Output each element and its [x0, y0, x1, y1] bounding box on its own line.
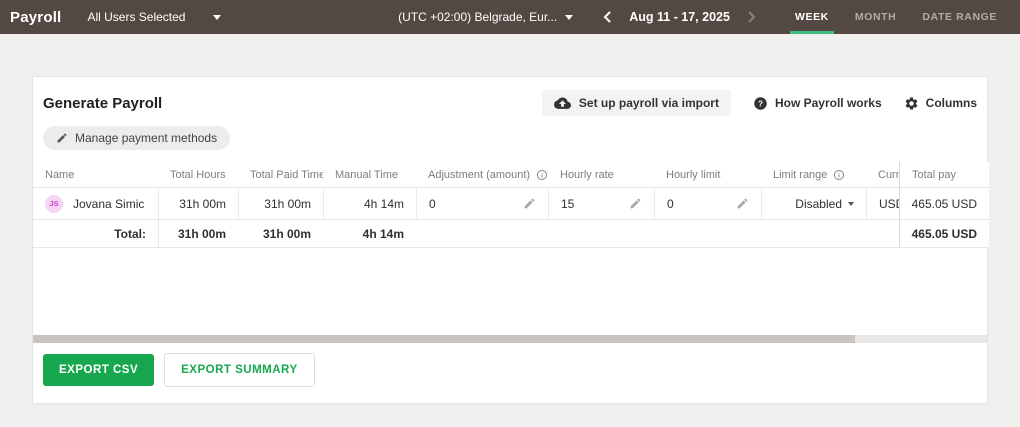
pencil-icon[interactable]	[736, 197, 749, 210]
limit-range-dropdown[interactable]: Disabled	[774, 197, 854, 211]
chevron-down-icon	[848, 201, 854, 206]
user-name: Jovana Simic	[73, 196, 145, 211]
users-filter-dropdown[interactable]: All Users Selected	[87, 10, 222, 24]
chevron-down-icon	[565, 14, 574, 20]
svg-text:?: ?	[758, 99, 763, 108]
timezone-dropdown[interactable]: (UTC +02:00) Belgrade, Eur...	[398, 0, 574, 34]
timezone-label: (UTC +02:00) Belgrade, Eur...	[398, 10, 558, 24]
cloud-upload-icon	[553, 96, 571, 110]
col-header-currency: Currency	[878, 168, 899, 181]
col-header-total-hours: Total Hours	[170, 168, 226, 181]
export-csv-button[interactable]: EXPORT CSV	[43, 354, 155, 386]
how-payroll-works-button[interactable]: ? How Payroll works	[753, 96, 882, 111]
page-title: Payroll	[10, 8, 62, 26]
pencil-icon[interactable]	[629, 197, 642, 210]
export-summary-button[interactable]: EXPORT SUMMARY	[164, 353, 315, 387]
info-icon[interactable]	[833, 169, 845, 181]
manage-payment-methods-label: Manage payment methods	[75, 131, 218, 145]
cell-total-paid-time: 31h 00m	[238, 188, 323, 219]
chevron-down-icon	[213, 14, 222, 20]
date-range-label: Aug 11 - 17, 2025	[629, 10, 730, 24]
total-total-hours: 31h 00m	[158, 220, 238, 247]
tab-week[interactable]: WEEK	[782, 0, 842, 34]
prev-week-button[interactable]	[601, 10, 615, 24]
card-title: Generate Payroll	[43, 94, 163, 112]
cell-total-pay: 465.05 USD	[899, 188, 989, 219]
avatar: JS	[45, 194, 63, 213]
how-payroll-works-label: How Payroll works	[774, 96, 882, 110]
setup-payroll-import-label: Set up payroll via import	[578, 96, 719, 110]
payroll-table: Name Total Hours Total Paid Time Manual …	[33, 162, 989, 248]
users-filter-label: All Users Selected	[87, 10, 186, 24]
total-total-pay: 465.05 USD	[899, 220, 989, 247]
tab-date-range[interactable]: DATE RANGE	[909, 0, 1010, 34]
col-header-hourly-limit: Hourly limit	[666, 168, 721, 181]
col-header-manual-time: Manual Time	[335, 168, 398, 181]
pencil-icon	[56, 132, 68, 144]
total-label: Total:	[114, 226, 146, 241]
cell-manual-time: 4h 14m	[323, 188, 416, 219]
cell-adjustment: 0	[416, 188, 548, 219]
col-header-limit-range: Limit range	[761, 162, 866, 187]
cell-hourly-limit: 0	[654, 188, 761, 219]
pencil-icon[interactable]	[523, 197, 536, 210]
tab-month[interactable]: MONTH	[842, 0, 910, 34]
table-header-row: Name Total Hours Total Paid Time Manual …	[33, 162, 989, 188]
scrollbar-thumb[interactable]	[33, 335, 855, 343]
cell-hourly-rate: 15	[548, 188, 654, 219]
columns-button[interactable]: Columns	[904, 96, 977, 111]
cell-currency: USD	[866, 188, 899, 219]
manage-payment-methods-chip[interactable]: Manage payment methods	[43, 126, 231, 150]
horizontal-scrollbar[interactable]	[33, 335, 987, 343]
date-navigator: Aug 11 - 17, 2025	[601, 0, 758, 34]
cell-limit-range: Disabled	[761, 188, 866, 219]
next-week-button[interactable]	[744, 10, 758, 24]
adjustment-value: 0	[429, 196, 436, 211]
columns-label: Columns	[925, 96, 977, 110]
cell-total-hours: 31h 00m	[158, 188, 238, 219]
range-tabs: WEEK MONTH DATE RANGE	[782, 0, 1010, 34]
col-header-adjustment: Adjustment (amount)	[416, 162, 548, 187]
col-header-name: Name	[45, 168, 75, 181]
hourly-limit-value: 0	[667, 196, 674, 211]
topbar: Payroll All Users Selected (UTC +02:00) …	[0, 0, 1020, 34]
table-total-row: Total: 31h 00m 31h 00m 4h 14m 465.05 USD	[33, 220, 989, 248]
hourly-rate-value: 15	[561, 196, 575, 211]
limit-range-value: Disabled	[795, 196, 842, 211]
gear-icon	[904, 96, 919, 111]
help-icon: ?	[753, 96, 768, 111]
setup-payroll-import-button[interactable]: Set up payroll via import	[541, 90, 731, 116]
col-header-hourly-rate: Hourly rate	[560, 168, 614, 181]
total-manual-time: 4h 14m	[362, 226, 404, 241]
generate-payroll-card: Generate Payroll Set up payroll via impo…	[32, 76, 989, 404]
table-row: JS Jovana Simic 31h 00m 31h 00m 4h 14m 0…	[33, 188, 989, 220]
col-header-total-paid-time: Total Paid Time	[250, 168, 323, 181]
col-header-total-pay: Total pay	[899, 162, 989, 187]
cell-name: JS Jovana Simic	[33, 188, 158, 219]
total-total-paid-time: 31h 00m	[262, 226, 311, 241]
info-icon[interactable]	[536, 169, 548, 181]
